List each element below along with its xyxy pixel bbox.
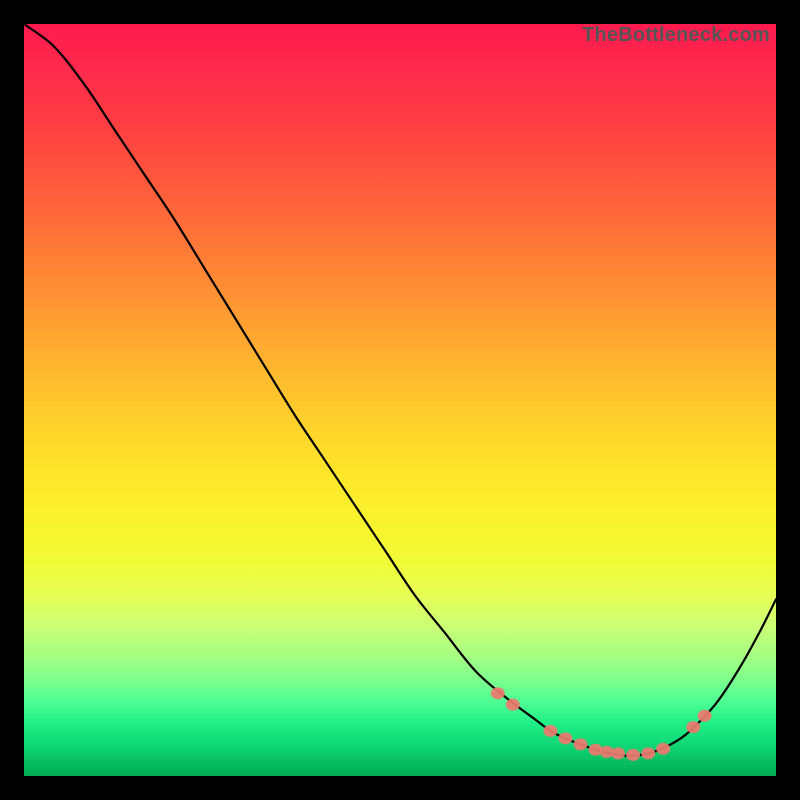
curve-dots (491, 687, 712, 761)
data-dot (626, 749, 640, 761)
data-dot (656, 743, 670, 755)
curve-layer (24, 24, 776, 776)
data-dot (686, 721, 700, 733)
data-dot (506, 699, 520, 711)
data-dot (698, 710, 712, 722)
data-dot (611, 747, 625, 759)
data-dot (543, 725, 557, 737)
plot-area: TheBottleneck.com (24, 24, 776, 776)
data-dot (574, 738, 588, 750)
chart-frame: TheBottleneck.com (0, 0, 800, 800)
bottleneck-curve (24, 24, 776, 756)
data-dot (641, 747, 655, 759)
data-dot (558, 732, 572, 744)
data-dot (491, 687, 505, 699)
